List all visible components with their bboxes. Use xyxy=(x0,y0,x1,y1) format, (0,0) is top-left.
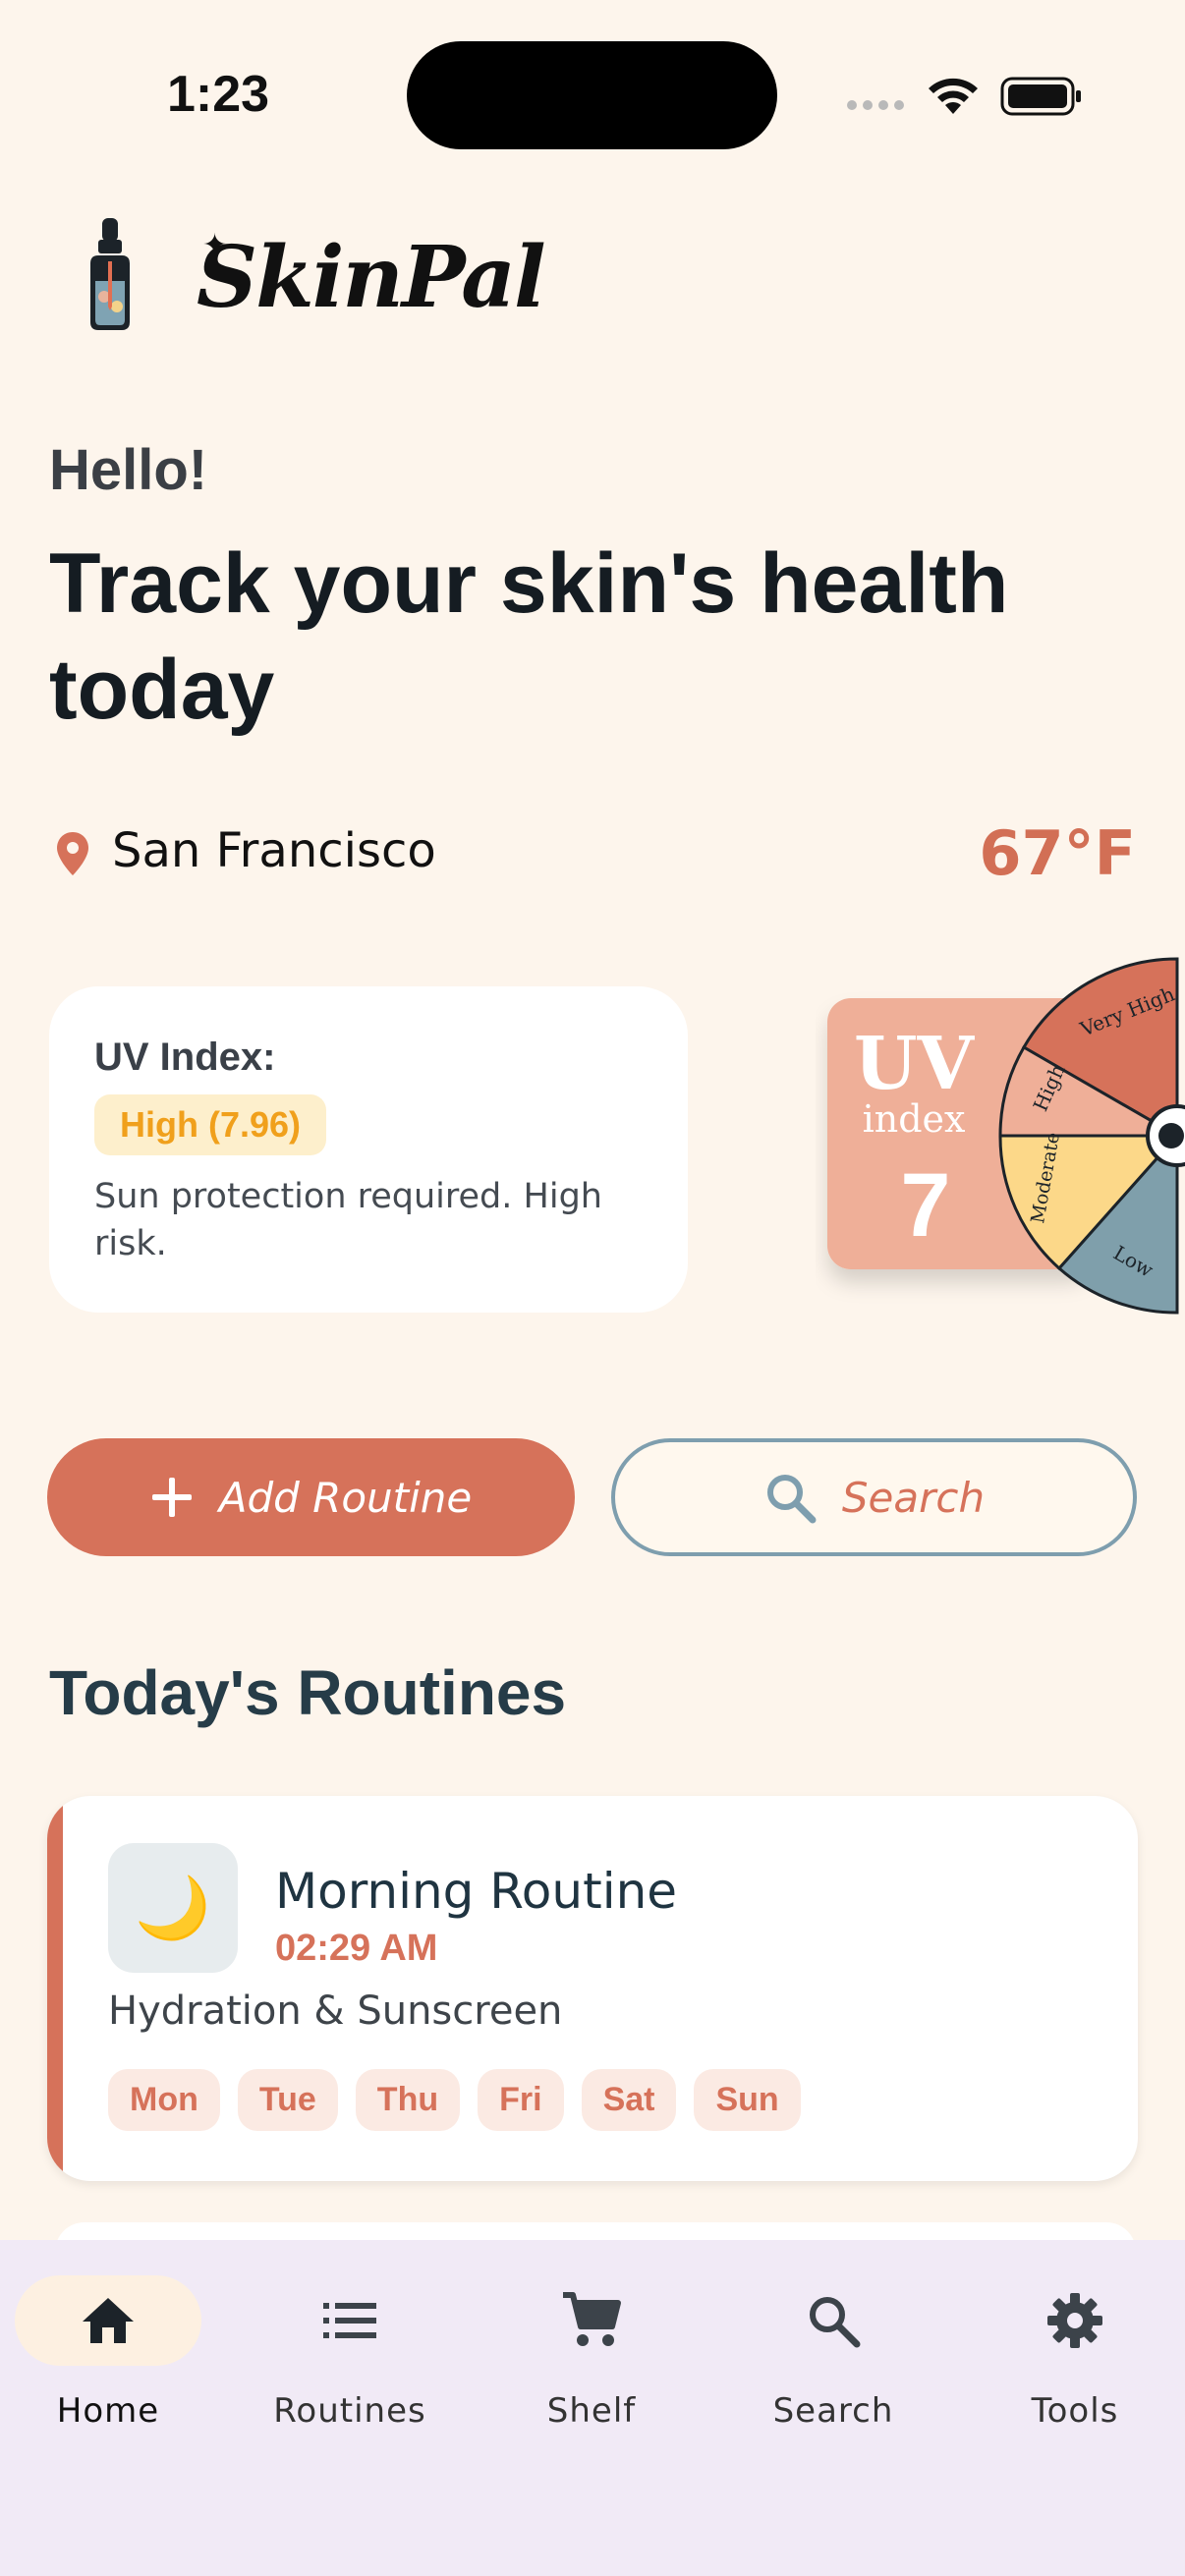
battery-icon xyxy=(1000,77,1081,116)
day-chip: Fri xyxy=(478,2069,564,2131)
location-name[interactable]: San Francisco xyxy=(112,823,436,878)
routine-card[interactable]: 🌙 Morning Routine 02:29 AM Hydration & S… xyxy=(47,1796,1138,2181)
section-title: Today's Routines xyxy=(49,1657,567,1728)
nav-label-shelf: Shelf xyxy=(546,2391,637,2431)
moon-icon: 🌙 xyxy=(108,1843,238,1973)
greeting: Hello! xyxy=(49,438,208,502)
wifi-icon xyxy=(929,78,978,114)
search-button[interactable]: Search xyxy=(611,1438,1137,1556)
day-chip: Mon xyxy=(108,2069,220,2131)
add-routine-button[interactable]: Add Routine xyxy=(47,1438,575,1556)
routine-accent-bar xyxy=(47,1796,63,2181)
uv-index-dial: UV index 7 Very High High Moderate Low xyxy=(827,957,1185,1315)
search-icon xyxy=(810,2297,861,2348)
bottom-nav: Home Routines Shelf Search Tools xyxy=(0,2240,1185,2576)
nav-item-tools[interactable]: Tools xyxy=(977,2275,1173,2431)
routine-title: Morning Routine xyxy=(275,1863,678,1920)
search-button-label: Search xyxy=(841,1473,986,1522)
nav-label-tools: Tools xyxy=(1031,2391,1119,2431)
nav-label-search: Search xyxy=(772,2391,894,2431)
nav-item-routines[interactable]: Routines xyxy=(252,2275,448,2431)
uv-description: Sun protection required. High risk. xyxy=(94,1177,602,1263)
uv-graphic-subtitle: index xyxy=(863,1097,966,1141)
cellular-icon xyxy=(847,100,904,110)
dropper-bottle-logo-icon xyxy=(90,218,130,330)
uv-level-badge: High (7.96) xyxy=(94,1094,327,1155)
nav-item-shelf[interactable]: Shelf xyxy=(493,2275,690,2431)
routine-days: Mon Tue Thu Fri Sat Sun xyxy=(108,2069,801,2131)
uv-graphic-value: 7 xyxy=(900,1155,950,1256)
day-chip: Sun xyxy=(694,2069,801,2131)
day-chip: Thu xyxy=(355,2069,461,2131)
plus-icon xyxy=(151,1478,192,1517)
day-chip: Sat xyxy=(581,2069,677,2131)
list-icon xyxy=(323,2303,376,2338)
nav-label-routines: Routines xyxy=(273,2391,426,2431)
page-title: Track your skin's health today xyxy=(49,536,1009,737)
day-chip: Tue xyxy=(237,2069,338,2131)
uv-label: UV Index: xyxy=(94,1036,276,1079)
status-time: 1:23 xyxy=(167,66,270,123)
uv-graphic-title: UV xyxy=(854,1022,976,1106)
routine-time: 02:29 AM xyxy=(275,1928,438,1969)
nav-item-home[interactable]: Home xyxy=(10,2275,206,2431)
temperature: 67°F xyxy=(979,817,1136,889)
home-icon xyxy=(83,2298,134,2343)
cart-icon xyxy=(563,2292,621,2346)
add-routine-label: Add Routine xyxy=(218,1473,473,1522)
nav-label-home: Home xyxy=(56,2391,160,2431)
app-logo-text: SkinPal xyxy=(197,228,546,327)
search-icon xyxy=(766,1475,817,1524)
uv-index-card: UV Index: High (7.96) Sun protection req… xyxy=(49,986,688,1313)
gear-icon xyxy=(1047,2293,1102,2348)
location-pin-icon xyxy=(57,832,88,875)
routine-subtitle: Hydration & Sunscreen xyxy=(108,1988,563,2034)
nav-item-search[interactable]: Search xyxy=(735,2275,931,2431)
dynamic-island xyxy=(407,41,777,149)
